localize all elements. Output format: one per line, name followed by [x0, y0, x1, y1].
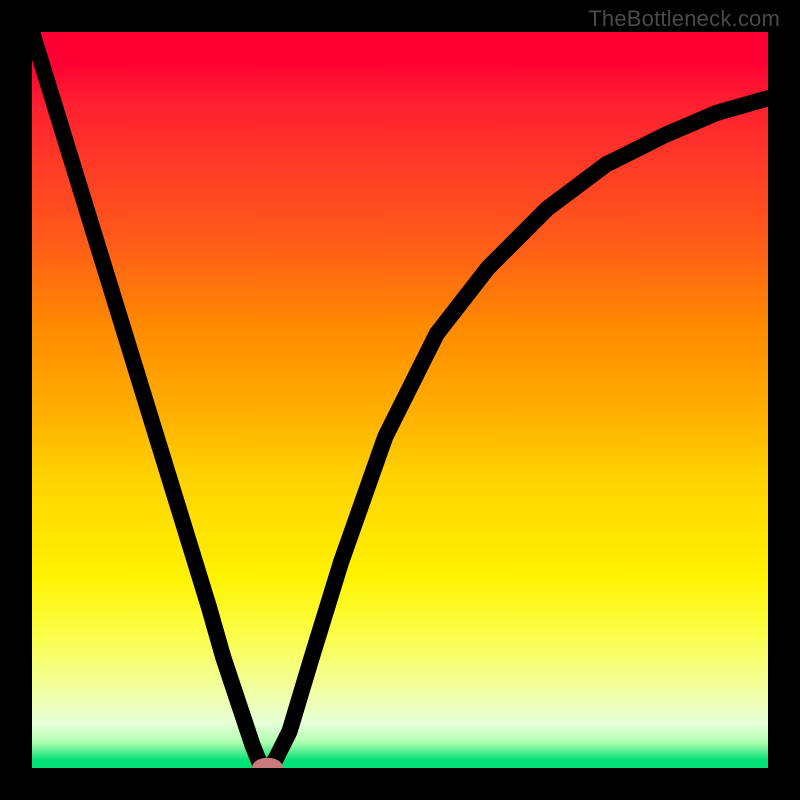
minimum-marker — [256, 761, 280, 768]
curve-line — [32, 32, 768, 768]
watermark-label: TheBottleneck.com — [588, 6, 780, 32]
plot-area — [32, 32, 768, 768]
chart-container: TheBottleneck.com — [0, 0, 800, 800]
chart-svg — [32, 32, 768, 768]
